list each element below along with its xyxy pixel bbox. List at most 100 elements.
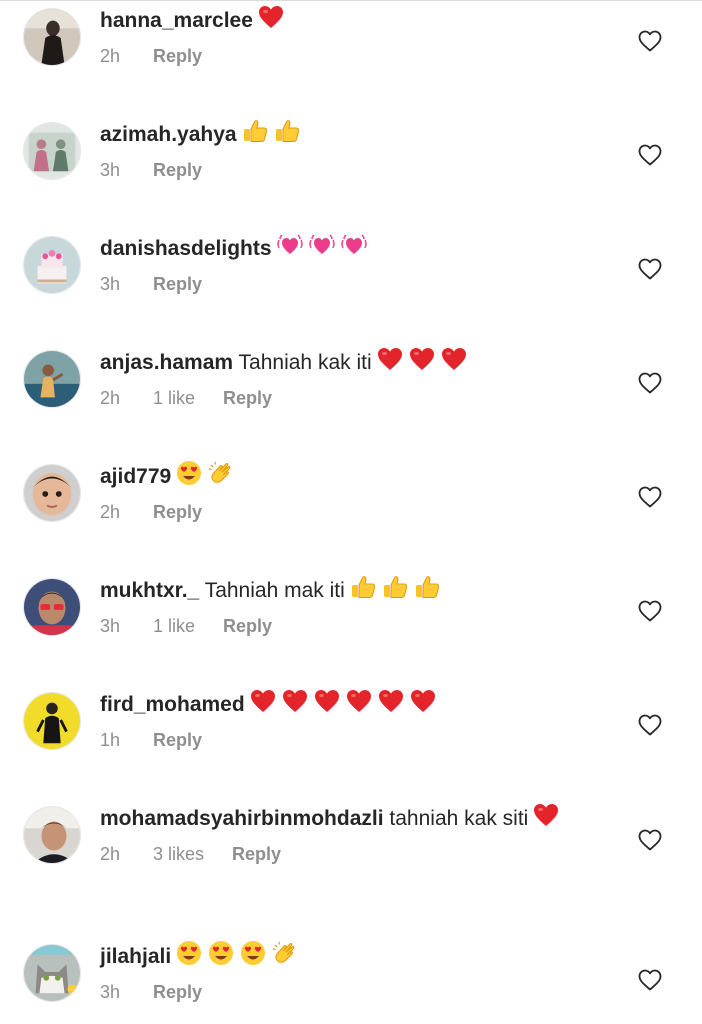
red-heart-emoji bbox=[376, 346, 404, 372]
avatar[interactable] bbox=[23, 944, 81, 1002]
comment-username[interactable]: hanna_marclee bbox=[100, 9, 253, 32]
comment-body: azimah.yahya 3h Reply bbox=[100, 118, 600, 181]
avatar[interactable] bbox=[23, 692, 81, 750]
comment-meta: 3h Reply bbox=[100, 982, 600, 1003]
heart-outline-icon[interactable] bbox=[638, 258, 662, 280]
growing-heart-emoji bbox=[308, 232, 336, 258]
comment-meta: 2h 3 likes Reply bbox=[100, 844, 600, 865]
heart-eyes-emoji bbox=[175, 460, 203, 486]
comment-username[interactable]: mohamadsyahirbinmohdazli bbox=[100, 807, 384, 830]
comment-line: mohamadsyahirbinmohdazli tahniah kak sit… bbox=[100, 802, 600, 832]
comment-username[interactable]: jilahjali bbox=[100, 945, 171, 968]
heart-outline-icon[interactable] bbox=[638, 969, 662, 991]
comment-username[interactable]: anjas.hamam bbox=[100, 351, 233, 374]
comment-line: anjas.hamam Tahniah kak iti bbox=[100, 346, 600, 376]
comment-line: danishasdelights bbox=[100, 232, 600, 262]
reply-button[interactable]: Reply bbox=[153, 274, 202, 295]
avatar[interactable] bbox=[23, 464, 81, 522]
comment-likes[interactable]: 1 like bbox=[153, 616, 195, 637]
reply-button[interactable]: Reply bbox=[223, 388, 272, 409]
avatar[interactable] bbox=[23, 122, 81, 180]
comment-list: hanna_marclee 2h Reply azimah.yahya 3h Reply d… bbox=[0, 0, 702, 1024]
red-heart-emoji bbox=[409, 688, 437, 714]
comment-username[interactable]: fird_mohamed bbox=[100, 693, 245, 716]
comment-likes[interactable]: 1 like bbox=[153, 388, 195, 409]
thumbs-up-emoji bbox=[413, 574, 441, 600]
red-heart-emoji bbox=[377, 688, 405, 714]
comment-time: 2h bbox=[100, 502, 121, 522]
avatar[interactable] bbox=[23, 578, 81, 636]
heart-outline-icon[interactable] bbox=[638, 714, 662, 736]
comment-line: azimah.yahya bbox=[100, 118, 600, 148]
comment-line: fird_mohamed bbox=[100, 688, 600, 718]
red-heart-emoji bbox=[532, 802, 560, 828]
heart-outline-icon[interactable] bbox=[638, 372, 662, 394]
comment-body: mukhtxr._ Tahniah mak iti 3h 1 like Reply bbox=[100, 574, 600, 637]
thumbs-up-emoji bbox=[273, 118, 301, 144]
comment-line: mukhtxr._ Tahniah mak iti bbox=[100, 574, 600, 604]
red-heart-emoji bbox=[281, 688, 309, 714]
reply-button[interactable]: Reply bbox=[153, 502, 202, 523]
thumbs-up-emoji bbox=[349, 574, 377, 600]
comment-time: 2h bbox=[100, 46, 121, 66]
reply-button[interactable]: Reply bbox=[232, 844, 281, 865]
comment-meta: 1h Reply bbox=[100, 730, 600, 751]
comment-username[interactable]: mukhtxr._ bbox=[100, 579, 199, 602]
clapping-emoji bbox=[271, 940, 299, 966]
comment-line: hanna_marclee bbox=[100, 4, 600, 34]
heart-outline-icon[interactable] bbox=[638, 600, 662, 622]
heart-eyes-emoji bbox=[207, 940, 235, 966]
growing-heart-emoji bbox=[340, 232, 368, 258]
heart-outline-icon[interactable] bbox=[638, 144, 662, 166]
comment-text: Tahniah mak iti bbox=[204, 579, 345, 602]
reply-button[interactable]: Reply bbox=[153, 160, 202, 181]
comment-time: 2h bbox=[100, 388, 121, 408]
comment-username[interactable]: danishasdelights bbox=[100, 237, 272, 260]
comment-body: fird_mohamed 1h Reply bbox=[100, 688, 600, 751]
comment-meta: 2h Reply bbox=[100, 46, 600, 67]
heart-outline-icon[interactable] bbox=[638, 486, 662, 508]
comment-time: 1h bbox=[100, 730, 121, 750]
red-heart-emoji bbox=[408, 346, 436, 372]
heart-eyes-emoji bbox=[175, 940, 203, 966]
comment-line: jilahjali bbox=[100, 940, 600, 970]
avatar[interactable] bbox=[23, 806, 81, 864]
comment-time: 3h bbox=[100, 616, 121, 636]
red-heart-emoji bbox=[440, 346, 468, 372]
avatar[interactable] bbox=[23, 350, 81, 408]
red-heart-emoji bbox=[249, 688, 277, 714]
clapping-emoji bbox=[207, 460, 235, 486]
reply-button[interactable]: Reply bbox=[153, 46, 202, 67]
comment-meta: 3h Reply bbox=[100, 274, 600, 295]
heart-outline-icon[interactable] bbox=[638, 30, 662, 52]
heart-eyes-emoji bbox=[239, 940, 267, 966]
comment-body: danishasdelights 3h Reply bbox=[100, 232, 600, 295]
comment-body: mohamadsyahirbinmohdazli tahniah kak sit… bbox=[100, 802, 600, 865]
avatar[interactable] bbox=[23, 8, 81, 66]
comment-body: hanna_marclee 2h Reply bbox=[100, 4, 600, 67]
reply-button[interactable]: Reply bbox=[223, 616, 272, 637]
comment-meta: 3h 1 like Reply bbox=[100, 616, 600, 637]
comment-text: Tahniah kak iti bbox=[238, 351, 372, 374]
avatar[interactable] bbox=[23, 236, 81, 294]
heart-outline-icon[interactable] bbox=[638, 829, 662, 851]
comment-line: ajid779 bbox=[100, 460, 600, 490]
red-heart-emoji bbox=[257, 4, 285, 30]
growing-heart-emoji bbox=[276, 232, 304, 258]
reply-button[interactable]: Reply bbox=[153, 730, 202, 751]
comment-time: 3h bbox=[100, 274, 121, 294]
thumbs-up-emoji bbox=[241, 118, 269, 144]
red-heart-emoji bbox=[345, 688, 373, 714]
reply-button[interactable]: Reply bbox=[153, 982, 202, 1003]
comment-text: tahniah kak siti bbox=[389, 807, 529, 830]
comment-meta: 2h Reply bbox=[100, 502, 600, 523]
comment-meta: 3h Reply bbox=[100, 160, 600, 181]
comment-time: 3h bbox=[100, 160, 121, 180]
comment-meta: 2h 1 like Reply bbox=[100, 388, 600, 409]
comment-time: 2h bbox=[100, 844, 121, 864]
comment-body: anjas.hamam Tahniah kak iti 2h 1 like Reply bbox=[100, 346, 600, 409]
comment-likes[interactable]: 3 likes bbox=[153, 844, 204, 865]
thumbs-up-emoji bbox=[381, 574, 409, 600]
comment-username[interactable]: azimah.yahya bbox=[100, 123, 237, 146]
comment-username[interactable]: ajid779 bbox=[100, 465, 171, 488]
